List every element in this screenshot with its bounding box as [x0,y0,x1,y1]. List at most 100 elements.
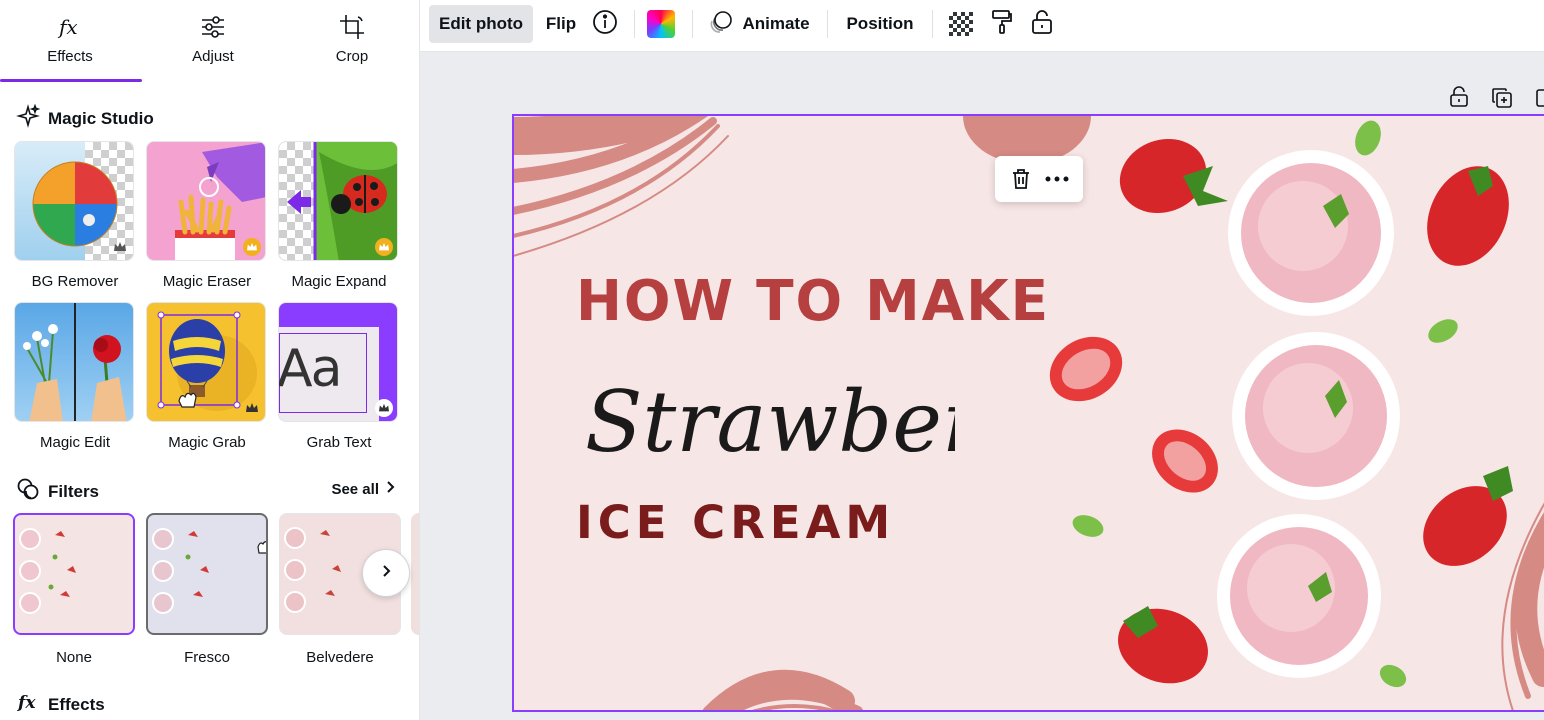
chevron-right-icon [381,564,391,583]
script-text: Strawberry [585,373,955,471]
tool-label: BG Remover [31,273,119,290]
tab-label: Crop [335,48,369,65]
tool-magic-eraser[interactable]: Magic Eraser [146,141,268,290]
info-icon [592,9,618,40]
color-palette-icon [647,10,675,38]
tool-thumbnail [14,302,134,422]
tab-adjust[interactable]: Adjust [143,10,283,76]
info-button[interactable] [588,5,622,43]
fx-icon: fx [16,690,40,719]
filter-label: None [56,649,92,666]
copy-style-button[interactable] [985,5,1019,43]
position-button[interactable]: Position [837,5,923,43]
headline-strawberry-script[interactable]: Strawberry [575,341,955,511]
animate-button[interactable]: Animate [704,5,814,43]
add-page-icon [1534,89,1544,109]
position-label: Position [846,14,914,33]
see-all-label: See all [331,480,379,498]
tool-grab-text[interactable]: Aa Grab Text [278,302,400,451]
color-button[interactable] [644,5,678,43]
paint-roller-icon [990,9,1014,40]
filter-thumbnail [146,513,268,635]
sparkle-icon [16,103,41,133]
flip-label: Flip [545,14,577,33]
design-page[interactable]: HOW TO MAKE Strawberry ICE CREAM [513,116,1544,711]
lock-button[interactable] [1025,5,1059,43]
tool-thumbnail: Aa [278,302,398,422]
filters-icon [16,477,40,506]
tab-label: Adjust [192,48,234,65]
tool-label: Magic Eraser [162,273,252,290]
flip-button[interactable]: Flip [539,5,583,43]
crown-icon [243,399,261,417]
tool-thumbnail [14,141,134,261]
tab-crop[interactable]: Crop [282,10,419,76]
effects-header: fx Effects [16,690,105,719]
filters-header: Filters [16,477,99,506]
unlock-icon [1449,86,1469,112]
tool-magic-expand[interactable]: Magic Expand [278,141,400,290]
toolbar-divider [692,10,693,38]
svg-text:fx: fx [57,15,78,39]
tool-thumbnail [146,302,266,422]
animate-label: Animate [742,14,810,33]
tool-label: Magic Expand [291,273,387,290]
headline-ice-cream[interactable]: ICE CREAM [576,496,895,549]
see-all-link[interactable]: See all [331,480,395,498]
crown-icon [375,399,393,417]
page-lock-button[interactable] [1449,86,1469,113]
active-tab-indicator [0,79,142,82]
svg-text:fx: fx [17,693,36,713]
toolbar-divider [634,10,635,38]
filters-next-button[interactable] [362,549,410,597]
tool-thumbnail [278,141,398,261]
crop-icon [282,10,419,44]
filter-none[interactable]: None [13,513,135,666]
tool-bg-remover[interactable]: BG Remover [14,141,136,290]
add-page-button[interactable] [1534,87,1544,109]
toolbar-divider [932,10,933,38]
more-options-button[interactable] [1045,176,1069,182]
fx-icon: fx [0,10,140,44]
tab-label: Effects [47,48,93,65]
duplicate-icon [1491,88,1513,113]
top-toolbar: Edit photo Flip Animate Position [420,0,1544,52]
filter-label: Fresco [184,649,230,666]
filter-fresco[interactable]: Fresco [146,513,268,666]
tab-effects[interactable]: fx Effects [0,10,140,76]
magic-studio-header: Magic Studio [16,103,154,133]
crown-icon [375,238,393,256]
sliders-icon [143,10,283,44]
animate-icon [708,9,734,40]
edit-photo-button[interactable]: Edit photo [429,5,533,43]
unlock-icon [1031,9,1053,40]
more-dots-icon [1045,176,1069,182]
edit-photo-label: Edit photo [438,14,524,33]
side-panel: fx Effects Adjust Crop Magic Studio BG R… [0,0,420,720]
filter-label: Belvedere [306,649,374,666]
transparency-button[interactable] [944,5,978,43]
panel-tabs: fx Effects Adjust Crop [0,0,419,82]
section-title: Magic Studio [48,108,154,128]
trash-icon [1010,167,1032,191]
tool-label: Magic Edit [39,434,111,451]
section-title: Filters [48,481,100,501]
duplicate-page-button[interactable] [1491,87,1513,114]
chevron-right-icon [385,480,395,498]
headline-how-to-make[interactable]: HOW TO MAKE [576,269,1050,334]
crown-icon [243,238,261,256]
tool-label: Grab Text [306,434,372,451]
filter-thumbnail [13,513,135,635]
filter-partial-thumbnail[interactable] [411,513,419,635]
tool-magic-edit[interactable]: Magic Edit [14,302,136,451]
crown-icon [111,238,129,256]
toolbar-divider [827,10,828,38]
tool-magic-grab[interactable]: Magic Grab [146,302,268,451]
transparency-icon [949,12,973,36]
thumb-text: Aa [278,339,342,399]
context-menu [995,156,1083,202]
tool-label: Magic Grab [168,434,246,451]
tool-thumbnail [146,141,266,261]
section-title: Effects [48,694,105,714]
delete-button[interactable] [1010,167,1032,191]
